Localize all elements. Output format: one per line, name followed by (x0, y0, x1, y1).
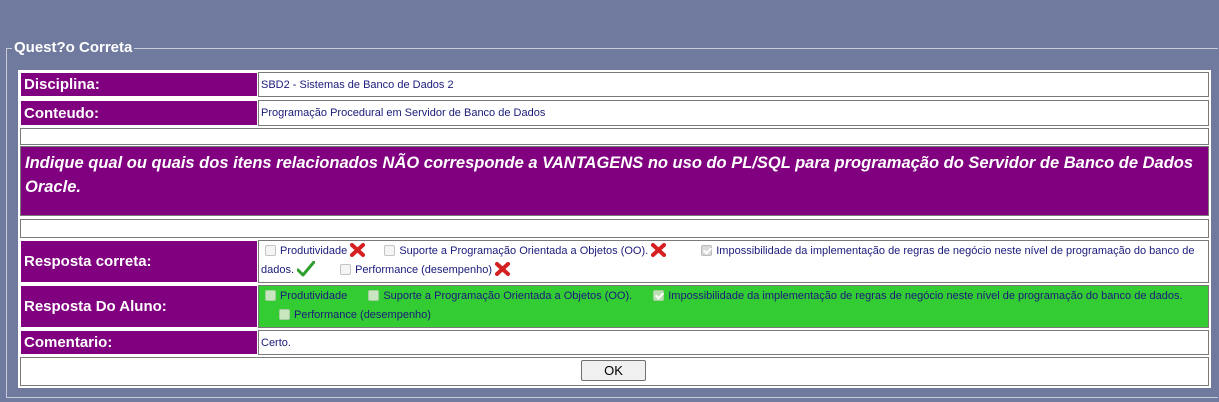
disciplina-label: Disciplina: (20, 72, 258, 97)
student-option: Produtividade (261, 290, 347, 302)
option-label: Suporte a Programação Orientada a Objeto… (399, 245, 649, 257)
question-table: Disciplina: SBD2 - Sistemas de Banco de … (18, 70, 1211, 388)
option-label: Suporte a Programação Orientada a Objeto… (383, 290, 633, 302)
check-icon (297, 261, 316, 277)
conteudo-value: Programação Procedural em Servidor de Ba… (258, 100, 1209, 126)
student-option: Impossibilidade da implementação de regr… (635, 290, 1183, 302)
option-checkbox[interactable] (368, 290, 380, 301)
resposta-correta-label: Resposta correta: (20, 240, 258, 283)
option-checkbox[interactable] (653, 290, 665, 301)
correct-option: Produtividade (261, 243, 366, 257)
x-icon (350, 243, 366, 257)
option-label: Performance (desempenho) (294, 309, 431, 321)
fieldset-legend: Quest?o Correta (12, 39, 135, 56)
option-label: Produtividade (280, 245, 348, 257)
option-checkbox[interactable] (701, 245, 713, 256)
ok-button[interactable]: OK (581, 360, 646, 381)
resposta-correta-options: Produtividade Suporte a Programação Orie… (258, 240, 1209, 283)
disciplina-value: SBD2 - Sistemas de Banco de Dados 2 (258, 72, 1209, 97)
option-checkbox[interactable] (384, 245, 396, 256)
resposta-aluno-label: Resposta Do Aluno: (20, 285, 258, 328)
correct-option: Performance (desempenho) (318, 262, 511, 276)
spacer-row (20, 128, 1209, 145)
option-label: Impossibilidade da implementação de regr… (668, 290, 1183, 302)
option-checkbox[interactable] (279, 309, 290, 320)
comentario-label: Comentario: (20, 330, 258, 355)
conteudo-label: Conteudo: (20, 100, 258, 126)
question-text: Indique qual ou quais dos itens relacion… (20, 146, 1209, 216)
correct-option: Suporte a Programação Orientada a Objeto… (368, 243, 667, 257)
resposta-aluno-options: Produtividade Suporte a Programação Orie… (258, 285, 1209, 328)
comentario-value: Certo. (258, 330, 1209, 355)
option-checkbox[interactable] (340, 264, 352, 275)
option-checkbox[interactable] (265, 245, 276, 256)
option-checkbox[interactable] (265, 290, 276, 301)
option-label: Produtividade (280, 290, 348, 302)
spacer-row (20, 219, 1209, 238)
x-icon (651, 243, 667, 257)
student-option: Performance (desempenho) (261, 309, 431, 321)
option-label: Performance (desempenho) (355, 264, 493, 276)
student-option: Suporte a Programação Orientada a Objeto… (350, 290, 632, 302)
x-icon (495, 262, 511, 276)
